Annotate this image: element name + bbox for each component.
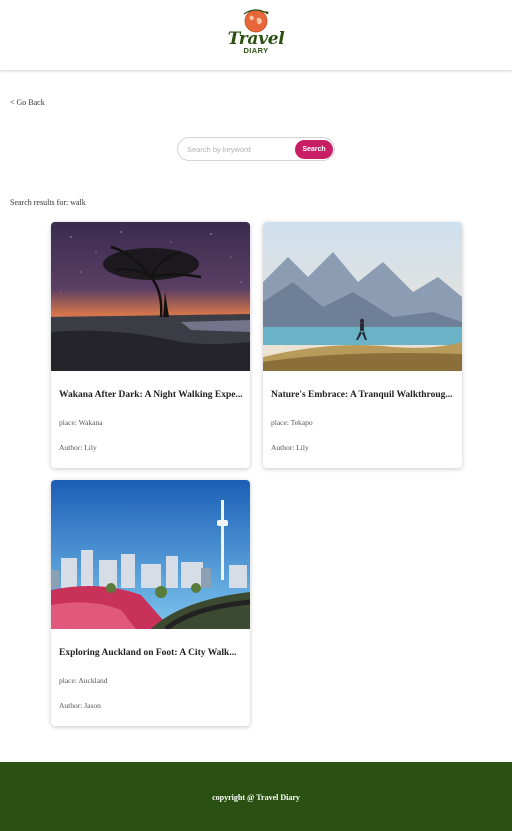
card-title: Exploring Auckland on Foot: A City Walk.… [59, 648, 237, 658]
footer: copyright @ Travel Diary [0, 762, 512, 831]
go-back-link[interactable]: < Go Back [10, 98, 45, 107]
card-title: Nature's Embrace: A Tranquil Walkthroug.… [271, 390, 453, 400]
card-image-night-tree [51, 222, 250, 371]
search-input[interactable] [187, 143, 295, 156]
card-place: place: Wakana [59, 418, 103, 427]
result-card[interactable]: Wakana After Dark: A Night Walking Expe.… [51, 222, 250, 468]
card-title: Wakana After Dark: A Night Walking Expe.… [59, 390, 243, 400]
card-place: place: Tekapo [271, 418, 313, 427]
card-author: Author: Lily [271, 443, 309, 452]
card-place: place: Auckland [59, 676, 108, 685]
copyright-text: copyright @ Travel Diary [212, 793, 300, 802]
search-button[interactable]: Search [295, 140, 333, 159]
header: Travel DIARY [0, 0, 512, 70]
result-card[interactable]: Exploring Auckland on Foot: A City Walk.… [51, 480, 250, 726]
card-author: Author: Lily [59, 443, 97, 452]
logo-text: Travel [227, 29, 285, 49]
card-author: Author: Jason [59, 701, 101, 710]
search-bar: Search [177, 137, 335, 161]
search-results-label: Search results for: walk [10, 198, 86, 207]
card-image-mountain-walker [263, 222, 462, 371]
card-image-city-skyline [51, 480, 250, 629]
result-card[interactable]: Nature's Embrace: A Tranquil Walkthroug.… [263, 222, 462, 468]
logo[interactable]: Travel DIARY [226, 8, 286, 62]
